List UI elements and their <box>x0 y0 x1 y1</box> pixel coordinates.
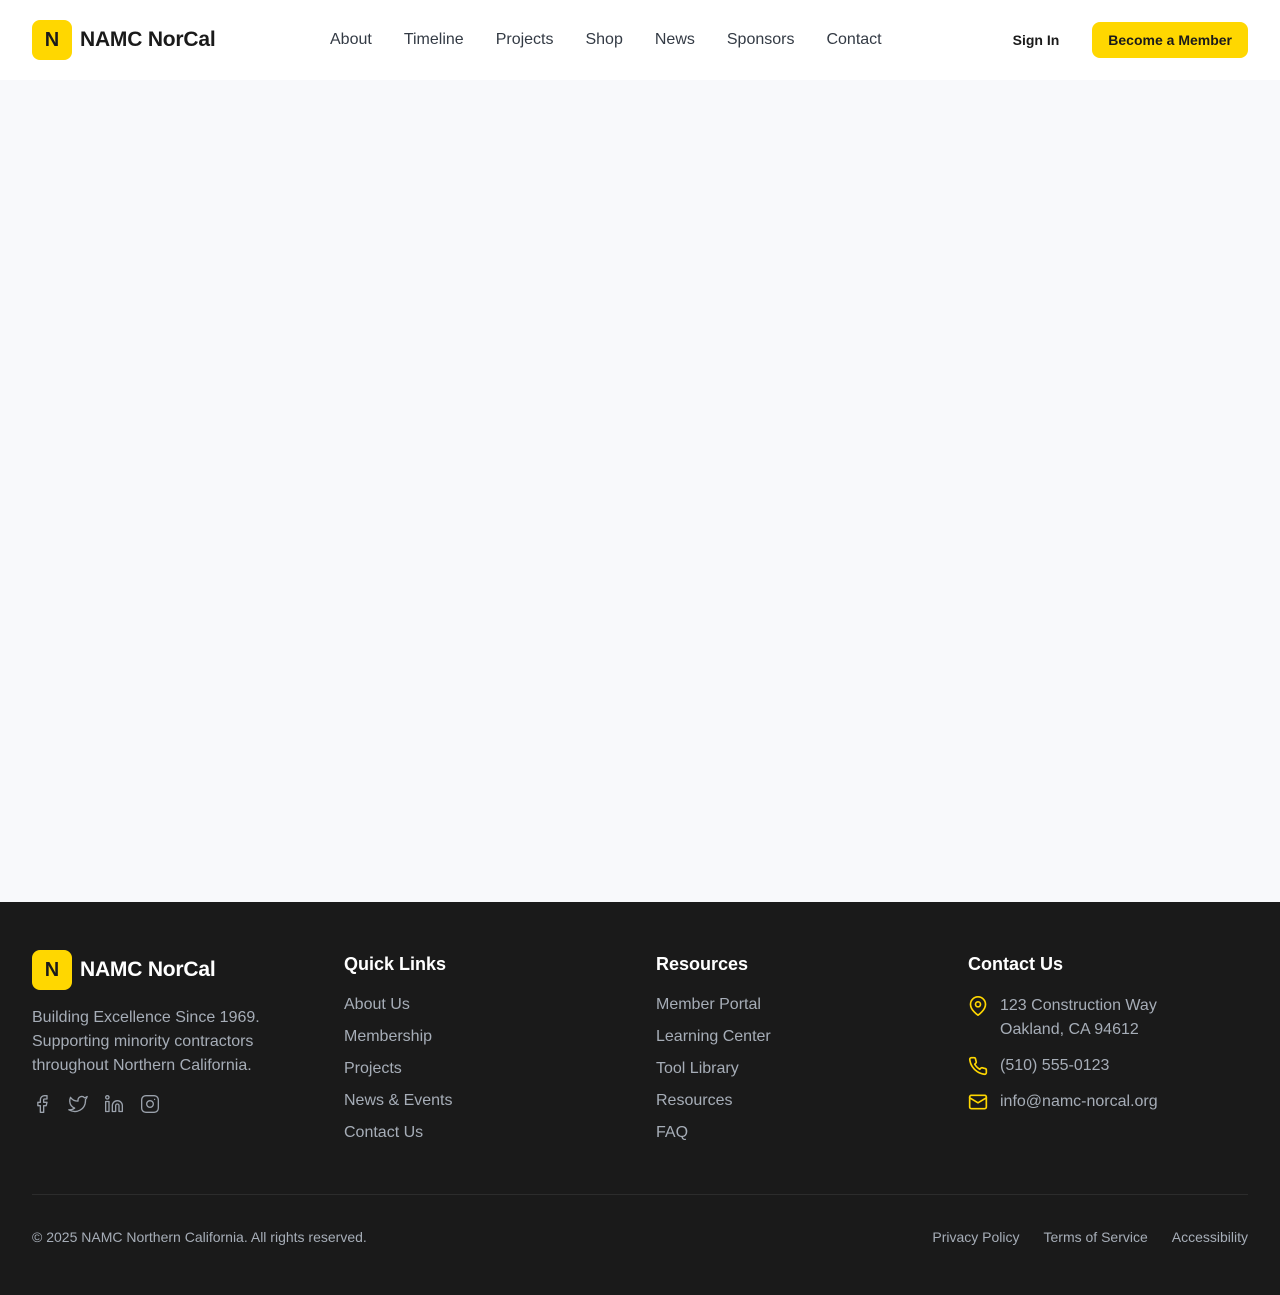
footer-tagline: Building Excellence Since 1969. Supporti… <box>32 1009 260 1074</box>
nav-shop[interactable]: Shop <box>585 31 622 49</box>
phone-link[interactable]: (510) 555-0123 <box>1000 1054 1109 1078</box>
resources-title: Resources <box>656 954 749 974</box>
footer-link-faq[interactable]: FAQ <box>656 1124 688 1141</box>
sign-in-link[interactable]: Sign In <box>1013 32 1060 48</box>
legal-links: Privacy Policy Terms of Service Accessib… <box>932 1229 1248 1245</box>
map-pin-icon <box>968 996 988 1016</box>
quick-links-column: Quick Links About Us Membership Projects… <box>344 950 452 1156</box>
address-line-1: 123 Construction Way <box>1000 997 1157 1014</box>
phone-icon <box>968 1056 988 1076</box>
nav-news[interactable]: News <box>655 31 695 49</box>
contact-column: Contact Us 123 Construction Way Oakland,… <box>968 950 1158 1114</box>
contact-list: 123 Construction Way Oakland, CA 94612 (… <box>968 994 1158 1114</box>
mail-icon <box>968 1092 988 1112</box>
footer-link-member-portal[interactable]: Member Portal <box>656 996 761 1013</box>
footer-link-membership[interactable]: Membership <box>344 1028 432 1045</box>
footer-link-about-us[interactable]: About Us <box>344 996 410 1013</box>
footer-link-learning-center[interactable]: Learning Center <box>656 1028 771 1045</box>
accessibility-link[interactable]: Accessibility <box>1172 1229 1248 1245</box>
footer-link-tool-library[interactable]: Tool Library <box>656 1060 739 1077</box>
logo-text: NAMC NorCal <box>80 28 216 51</box>
list-item: Resources <box>656 1092 771 1124</box>
list-item: Tool Library <box>656 1060 771 1092</box>
footer-link-projects[interactable]: Projects <box>344 1060 402 1077</box>
header-actions: Sign In Become a Member <box>1013 22 1248 58</box>
nav-contact[interactable]: Contact <box>826 31 881 49</box>
logo-mark: N <box>32 950 72 990</box>
list-item: Contact Us <box>344 1124 452 1156</box>
footer-logo[interactable]: N NAMC NorCal <box>32 950 292 990</box>
site-header: N NAMC NorCal About Timeline Projects Sh… <box>0 0 1280 80</box>
logo-mark: N <box>32 20 72 60</box>
contact-phone: (510) 555-0123 <box>968 1054 1158 1078</box>
twitter-icon[interactable] <box>68 1094 88 1114</box>
resources-list: Member Portal Learning Center Tool Libra… <box>656 996 771 1156</box>
become-member-button[interactable]: Become a Member <box>1092 22 1248 58</box>
nav-about[interactable]: About <box>330 31 372 49</box>
quick-links-list: About Us Membership Projects News & Even… <box>344 996 452 1156</box>
contact-address: 123 Construction Way Oakland, CA 94612 <box>968 994 1158 1042</box>
copyright: © 2025 NAMC Northern California. All rig… <box>32 1229 367 1245</box>
list-item: Projects <box>344 1060 452 1092</box>
footer-brand: N NAMC NorCal Building Excellence Since … <box>32 950 292 1114</box>
footer-link-news-events[interactable]: News & Events <box>344 1092 452 1109</box>
main-content <box>0 80 1280 902</box>
list-item: FAQ <box>656 1124 771 1156</box>
site-footer: N NAMC NorCal Building Excellence Since … <box>0 902 1280 1295</box>
privacy-policy-link[interactable]: Privacy Policy <box>932 1229 1019 1245</box>
email-link[interactable]: info@namc-norcal.org <box>1000 1090 1158 1114</box>
footer-divider <box>32 1194 1248 1195</box>
main-nav: About Timeline Projects Shop News Sponso… <box>330 0 914 80</box>
contact-title: Contact Us <box>968 954 1064 974</box>
logo-text: NAMC NorCal <box>80 958 216 981</box>
nav-sponsors[interactable]: Sponsors <box>727 31 795 49</box>
contact-email: info@namc-norcal.org <box>968 1090 1158 1114</box>
list-item: News & Events <box>344 1092 452 1124</box>
list-item: Learning Center <box>656 1028 771 1060</box>
nav-timeline[interactable]: Timeline <box>404 31 464 49</box>
instagram-icon[interactable] <box>140 1094 160 1114</box>
facebook-icon[interactable] <box>32 1094 52 1114</box>
list-item: Membership <box>344 1028 452 1060</box>
footer-link-resources[interactable]: Resources <box>656 1092 732 1109</box>
nav-projects[interactable]: Projects <box>496 31 554 49</box>
list-item: Member Portal <box>656 996 771 1028</box>
terms-of-service-link[interactable]: Terms of Service <box>1044 1229 1148 1245</box>
resources-column: Resources Member Portal Learning Center … <box>656 950 771 1156</box>
quick-links-title: Quick Links <box>344 954 447 974</box>
linkedin-icon[interactable] <box>104 1094 124 1114</box>
address-text: 123 Construction Way Oakland, CA 94612 <box>1000 994 1157 1042</box>
logo[interactable]: N NAMC NorCal <box>32 20 216 60</box>
address-line-2: Oakland, CA 94612 <box>1000 1021 1139 1038</box>
social-links <box>32 1094 292 1114</box>
list-item: About Us <box>344 996 452 1028</box>
footer-link-contact-us[interactable]: Contact Us <box>344 1124 423 1141</box>
